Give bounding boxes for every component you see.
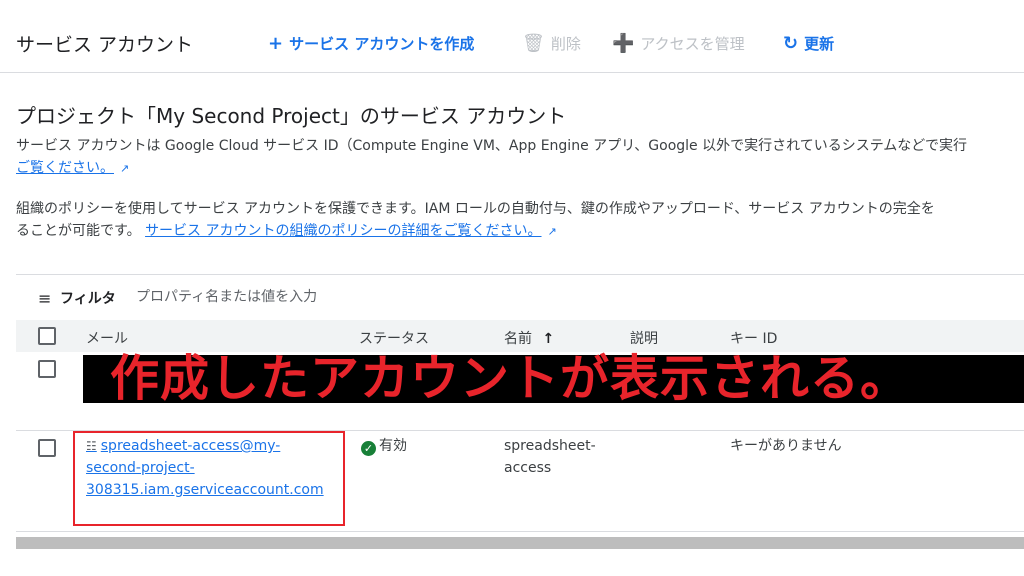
select-all-checkbox[interactable]	[38, 327, 56, 345]
status-cell: ✓有効	[361, 435, 407, 457]
delete-button[interactable]: 🗑 削除	[522, 33, 581, 54]
column-email[interactable]: メール	[86, 328, 128, 348]
add-person-icon: ➕	[612, 33, 635, 54]
status-text: 有効	[379, 438, 407, 454]
filter-icon[interactable]: ≡	[38, 289, 51, 308]
description-line-2: ご覧ください。 ↗	[16, 157, 129, 180]
create-service-account-button[interactable]: + サービス アカウントを作成	[268, 33, 474, 54]
column-description[interactable]: 説明	[630, 328, 658, 348]
refresh-button[interactable]: ↻ 更新	[783, 33, 834, 54]
name-line: spreadsheet-	[504, 438, 596, 454]
name-line: access	[504, 460, 552, 476]
column-name-label: 名前	[504, 331, 532, 347]
org-policy-link[interactable]: サービス アカウントの組織のポリシーの詳細をご覧ください。	[145, 223, 541, 239]
external-link-icon: ↗	[547, 225, 557, 238]
description-text: ることが可能です。	[16, 223, 141, 239]
refresh-label: 更新	[804, 35, 835, 53]
description-line-4: ることが可能です。 サービス アカウントの組織のポリシーの詳細をご覧ください。 ↗	[16, 220, 557, 243]
key-id-cell: キーがありません	[730, 438, 842, 454]
section-title: プロジェクト「My Second Project」のサービス アカウント	[16, 104, 567, 128]
horizontal-scrollbar[interactable]	[16, 537, 1024, 549]
filter-bar: ≡ フィルタ	[16, 274, 1024, 319]
manage-access-button[interactable]: ➕ アクセスを管理	[612, 33, 745, 54]
filter-label[interactable]: フィルタ	[60, 288, 116, 308]
column-status[interactable]: ステータス	[359, 328, 429, 348]
check-circle-icon: ✓	[361, 441, 376, 456]
delete-label: 削除	[550, 35, 581, 53]
trash-icon: 🗑	[522, 33, 545, 54]
row-checkbox[interactable]	[38, 439, 56, 457]
plus-icon: +	[268, 33, 284, 54]
description-line-1: サービス アカウントは Google Cloud サービス ID（Compute…	[16, 138, 967, 154]
external-link-icon: ↗	[120, 162, 130, 175]
column-name[interactable]: 名前 ↑	[504, 328, 554, 348]
sort-arrow-icon: ↑	[542, 331, 555, 347]
top-toolbar: サービス アカウント + サービス アカウントを作成 🗑 削除 ➕ アクセスを管…	[0, 0, 1024, 73]
learn-more-link[interactable]: ご覧ください。	[16, 160, 114, 176]
description-line-3: 組織のポリシーを使用してサービス アカウントを保護できます。IAM ロールの自動…	[16, 201, 935, 217]
row-checkbox[interactable]	[38, 360, 56, 378]
filter-input[interactable]	[136, 286, 736, 308]
refresh-icon: ↻	[783, 33, 799, 54]
column-key-id[interactable]: キー ID	[730, 328, 777, 348]
access-label: アクセスを管理	[640, 35, 745, 53]
name-cell: spreadsheet- access	[504, 435, 596, 479]
page-title: サービス アカウント	[16, 34, 194, 56]
caption-text: 作成したアカウントが表示される。	[110, 350, 911, 407]
create-label: サービス アカウントを作成	[289, 35, 475, 53]
highlight-box	[73, 431, 345, 526]
